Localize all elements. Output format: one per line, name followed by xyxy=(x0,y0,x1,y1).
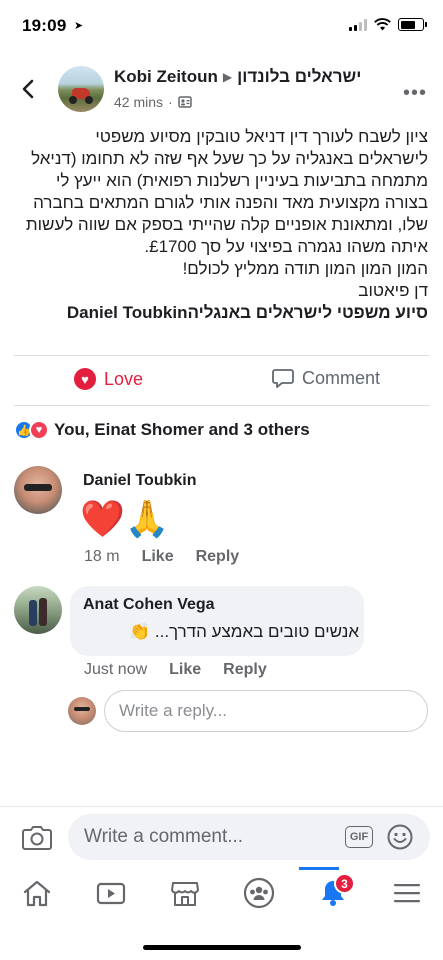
love-button[interactable]: ♥ Love xyxy=(74,368,143,390)
battery-icon xyxy=(398,18,427,31)
tab-marketplace[interactable] xyxy=(168,876,202,910)
author-name[interactable]: Kobi Zeitoun xyxy=(114,67,218,87)
reply-comment-button[interactable]: Reply xyxy=(223,661,267,679)
active-tab-indicator xyxy=(299,867,339,870)
marketplace-icon xyxy=(171,882,199,906)
notification-badge: 3 xyxy=(334,873,355,894)
post-line: מתמחה בתביעות בעיניין רשלנות רפואית) הוא… xyxy=(55,171,428,190)
reactions-summary[interactable]: 👍 ♥ You, Einat Shomer and 3 others xyxy=(14,420,310,440)
comment-time: 18 m xyxy=(84,548,120,565)
commenter-avatar[interactable] xyxy=(14,586,62,634)
comment-text: אנשים טובים באמצע הדרך... 👏 xyxy=(128,622,359,641)
tab-watch[interactable] xyxy=(94,876,128,910)
author-avatar[interactable] xyxy=(58,66,104,112)
post-line: המון המון המון תודה ממליץ לכולם! xyxy=(182,259,428,278)
commenter-avatar[interactable] xyxy=(14,466,62,514)
post-line: ציון לשבח לעורך דין דניאל טובקין מסיוע מ… xyxy=(95,127,428,146)
tab-menu[interactable] xyxy=(390,876,424,910)
love-label: Love xyxy=(104,368,144,389)
emoji-icon[interactable] xyxy=(387,824,413,850)
comment-meta: Just now Like Reply xyxy=(84,661,267,679)
group-name[interactable]: ישראלים בלונדון xyxy=(237,67,361,87)
cellular-signal-icon xyxy=(349,19,369,31)
post-line: שלו, ומתאונת אופניים קלה שהייתי בספק אם … xyxy=(25,215,428,234)
group-privacy-icon xyxy=(177,96,192,108)
post-text: ציון לשבח לעורך דין דניאל טובקין מסיוע מ… xyxy=(14,126,428,324)
gif-button[interactable]: GIF xyxy=(345,826,373,848)
like-comment-button[interactable]: Like xyxy=(169,661,201,679)
reply-comment-button[interactable]: Reply xyxy=(196,548,240,566)
comment-meta: 18 m Like Reply xyxy=(84,548,239,566)
post-signature: סיוע משפטי לישראלים באנגליהDaniel Toubki… xyxy=(66,303,428,322)
comment-emoji: ❤️🙏 xyxy=(80,498,170,539)
divider xyxy=(14,405,429,406)
comment-input[interactable]: Write a comment... xyxy=(68,814,430,860)
commenter-name[interactable]: Anat Cohen Vega xyxy=(83,596,215,614)
like-comment-button[interactable]: Like xyxy=(142,548,174,566)
home-indicator xyxy=(143,945,301,950)
back-arrow-icon[interactable] xyxy=(18,78,40,100)
hamburger-menu-icon xyxy=(394,884,420,903)
post-line: דן פיאטוב xyxy=(358,281,428,300)
post-line: איתה משהו נגמרה בפיצוי על סך £1700. xyxy=(144,237,428,256)
post-line: לישראלים באנגליה על כך שעל אף שזה לא תחו… xyxy=(31,149,428,168)
divider xyxy=(14,355,429,356)
location-arrow-icon: ➤ xyxy=(74,20,84,32)
groups-icon xyxy=(243,877,275,909)
post-line: בצורה מקצועית מאד והפנה אותי לגורם המתאי… xyxy=(33,193,428,212)
tab-groups[interactable] xyxy=(242,876,276,910)
more-options-icon[interactable]: ••• xyxy=(403,82,427,105)
comment-button[interactable]: Comment xyxy=(272,368,380,389)
wifi-icon xyxy=(374,18,391,31)
comment-time: Just now xyxy=(84,661,148,678)
commenter-name[interactable]: Daniel Toubkin xyxy=(83,472,196,490)
reactions-text: You, Einat Shomer and 3 others xyxy=(54,420,310,439)
arrow-right-icon: ▶ xyxy=(222,70,233,84)
comment-label: Comment xyxy=(302,368,381,388)
post-author-line: Kobi Zeitoun ▶ ישראלים בלונדון xyxy=(114,67,361,87)
divider xyxy=(0,806,443,807)
status-time: 19:09 xyxy=(22,16,67,35)
post-time[interactable]: 42 mins xyxy=(114,94,163,110)
comment-bubble-icon xyxy=(272,369,294,388)
my-avatar xyxy=(68,697,96,725)
reply-input[interactable]: Write a reply... xyxy=(104,690,428,732)
post-meta: 42 mins · xyxy=(114,94,192,110)
tab-home[interactable] xyxy=(20,876,54,910)
heart-icon: ♥ xyxy=(74,368,96,390)
camera-icon[interactable] xyxy=(22,823,52,851)
love-reaction-icon: ♥ xyxy=(29,420,49,440)
video-icon xyxy=(96,882,126,905)
home-icon xyxy=(23,880,51,907)
